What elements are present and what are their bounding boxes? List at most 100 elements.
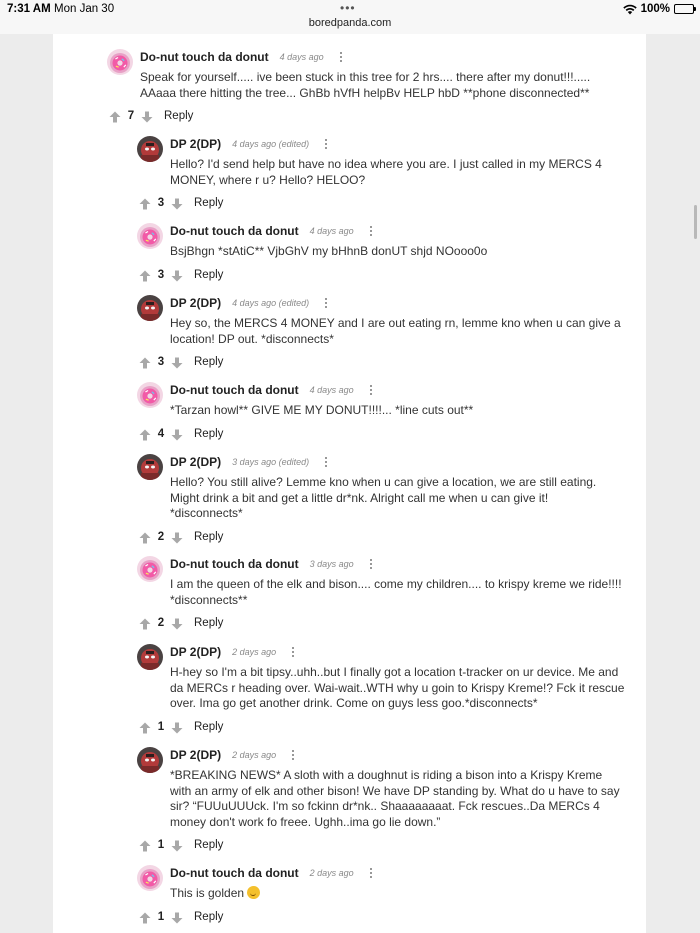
more-options-icon[interactable] xyxy=(336,51,346,63)
comment-text-line: *Tarzan howl** GIVE ME MY DONUT!!!!... *… xyxy=(170,403,474,417)
dp-avatar[interactable] xyxy=(137,644,163,670)
donut-avatar[interactable] xyxy=(137,865,163,891)
comment-text-line: with an army of elk and other bison! We … xyxy=(170,783,620,798)
comment-timestamp: 2 days ago xyxy=(309,868,354,878)
dp-avatar[interactable] xyxy=(137,295,163,321)
more-options-icon[interactable] xyxy=(366,558,376,570)
upvote-icon[interactable] xyxy=(139,428,151,440)
comment-body: Hello? I'd send help but have no idea wh… xyxy=(170,157,602,188)
comment-text-line: money don't work fo freee. Ughh..ima go … xyxy=(170,814,441,829)
reply-button[interactable]: Reply xyxy=(194,617,223,629)
upvote-icon[interactable] xyxy=(139,721,151,733)
reply-button[interactable]: Reply xyxy=(194,839,223,851)
comment-author[interactable]: DP 2(DP) xyxy=(170,748,221,762)
reply-button[interactable]: Reply xyxy=(194,356,223,368)
dp-avatar[interactable] xyxy=(137,136,163,162)
comment-timestamp: 4 days ago (edited) xyxy=(232,298,310,308)
comment-text-line: *BREAKING NEWS* A sloth with a doughnut … xyxy=(170,768,603,782)
more-options-icon[interactable] xyxy=(366,867,376,879)
donut-avatar[interactable] xyxy=(107,49,133,75)
downvote-icon[interactable] xyxy=(171,617,183,630)
comment-author[interactable]: DP 2(DP) xyxy=(170,645,221,659)
reply-button[interactable]: Reply xyxy=(194,721,223,733)
comment-text-line: Might drink a bit and get a little dr*nk… xyxy=(170,490,549,505)
upvote-icon[interactable] xyxy=(109,110,121,123)
vote-count: 3 xyxy=(157,197,165,209)
upvote-icon[interactable] xyxy=(139,839,151,852)
more-options-icon[interactable] xyxy=(321,138,331,150)
comment-body: Speak for yourself..... ive been stuck i… xyxy=(140,70,590,101)
reply-button[interactable]: Reply xyxy=(194,911,223,923)
status-time: 7:31 AM xyxy=(7,3,51,15)
comment-author[interactable]: Do-nut touch da donut xyxy=(140,50,269,64)
comment-text-line: sir? “FUUuUUUck. I'm so fckinn dr*nk.. S… xyxy=(170,799,600,813)
donut-avatar[interactable] xyxy=(137,223,163,249)
reply-button[interactable]: Reply xyxy=(194,428,223,440)
wifi-icon xyxy=(622,4,637,14)
comment-actions: 4 Reply xyxy=(139,427,223,441)
comment-body: Hello? You still alive? Lemme kno when u… xyxy=(170,475,596,522)
comment-actions: 1 Reply xyxy=(139,720,223,734)
comment-text-line: Speak for yourself..... ive been stuck i… xyxy=(140,70,591,84)
comment-text-line: location! DP out. *disconnects* xyxy=(170,331,334,346)
comment-text-line: AAaaa there hitting the tree... GhBb hVf… xyxy=(140,85,590,100)
comment-text-line: Hey so, the MERCS 4 MONEY and I are out … xyxy=(170,316,621,330)
more-options-icon[interactable] xyxy=(288,646,298,658)
more-options-icon[interactable] xyxy=(288,749,298,761)
reply-button[interactable]: Reply xyxy=(164,110,193,122)
downvote-icon[interactable] xyxy=(171,721,183,733)
downvote-icon[interactable] xyxy=(171,428,183,440)
comment-author[interactable]: DP 2(DP) xyxy=(170,296,221,310)
battery-icon xyxy=(674,4,696,14)
comment-timestamp: 3 days ago xyxy=(309,559,354,569)
comment-text-line: This is golden xyxy=(170,886,261,902)
comment-author[interactable]: Do-nut touch da donut xyxy=(170,557,299,571)
scrollbar[interactable] xyxy=(694,205,697,239)
comment-author[interactable]: Do-nut touch da donut xyxy=(170,866,299,880)
comment-text-line: *disconnects** xyxy=(170,592,248,607)
dp-avatar[interactable] xyxy=(137,747,163,773)
reply-button[interactable]: Reply xyxy=(194,269,223,281)
more-options-icon[interactable] xyxy=(366,384,376,396)
upvote-icon[interactable] xyxy=(139,197,151,210)
comment-text-line: Hello? You still alive? Lemme kno when u… xyxy=(170,475,597,489)
upvote-icon[interactable] xyxy=(139,356,151,369)
address-bar-url[interactable]: boredpanda.com xyxy=(0,17,700,29)
vote-count: 2 xyxy=(157,617,165,629)
downvote-icon[interactable] xyxy=(171,269,183,281)
comment-body: *Tarzan howl** GIVE ME MY DONUT!!!!... *… xyxy=(170,403,473,419)
upvote-icon[interactable] xyxy=(139,617,151,630)
comment-author[interactable]: DP 2(DP) xyxy=(170,137,221,151)
comment-author[interactable]: Do-nut touch da donut xyxy=(170,224,299,238)
more-options-icon[interactable] xyxy=(321,297,331,309)
more-options-icon[interactable] xyxy=(366,225,376,237)
upvote-icon[interactable] xyxy=(139,531,151,543)
downvote-icon[interactable] xyxy=(141,110,153,123)
vote-count: 7 xyxy=(127,110,135,122)
comment-author[interactable]: Do-nut touch da donut xyxy=(170,383,299,397)
donut-avatar[interactable] xyxy=(137,556,163,582)
comment-actions: 1 Reply xyxy=(139,910,223,924)
downvote-icon[interactable] xyxy=(171,911,183,923)
comment-actions: 1 Reply xyxy=(139,838,223,852)
downvote-icon[interactable] xyxy=(171,197,183,210)
upvote-icon[interactable] xyxy=(139,269,151,281)
comment-actions: 7 Reply xyxy=(109,109,193,123)
reply-button[interactable]: Reply xyxy=(194,531,223,543)
comment-text-line: over. Ima go get another drink. Come on … xyxy=(170,696,538,710)
reply-button[interactable]: Reply xyxy=(194,197,223,209)
comment-author[interactable]: DP 2(DP) xyxy=(170,455,221,469)
multitasking-dots-icon[interactable]: ••• xyxy=(340,1,356,15)
more-options-icon[interactable] xyxy=(321,456,331,468)
donut-avatar[interactable] xyxy=(137,382,163,408)
comment-body: H-hey so I'm a bit tipsy..uhh..but I fin… xyxy=(170,665,624,712)
downvote-icon[interactable] xyxy=(171,356,183,369)
vote-count: 1 xyxy=(157,839,165,851)
status-date: Mon Jan 30 xyxy=(54,3,115,15)
downvote-icon[interactable] xyxy=(171,531,183,543)
downvote-icon[interactable] xyxy=(171,839,183,852)
dp-avatar[interactable] xyxy=(137,454,163,480)
comment-actions: 2 Reply xyxy=(139,616,223,630)
upvote-icon[interactable] xyxy=(139,911,151,923)
battery-percent: 100% xyxy=(640,3,670,15)
